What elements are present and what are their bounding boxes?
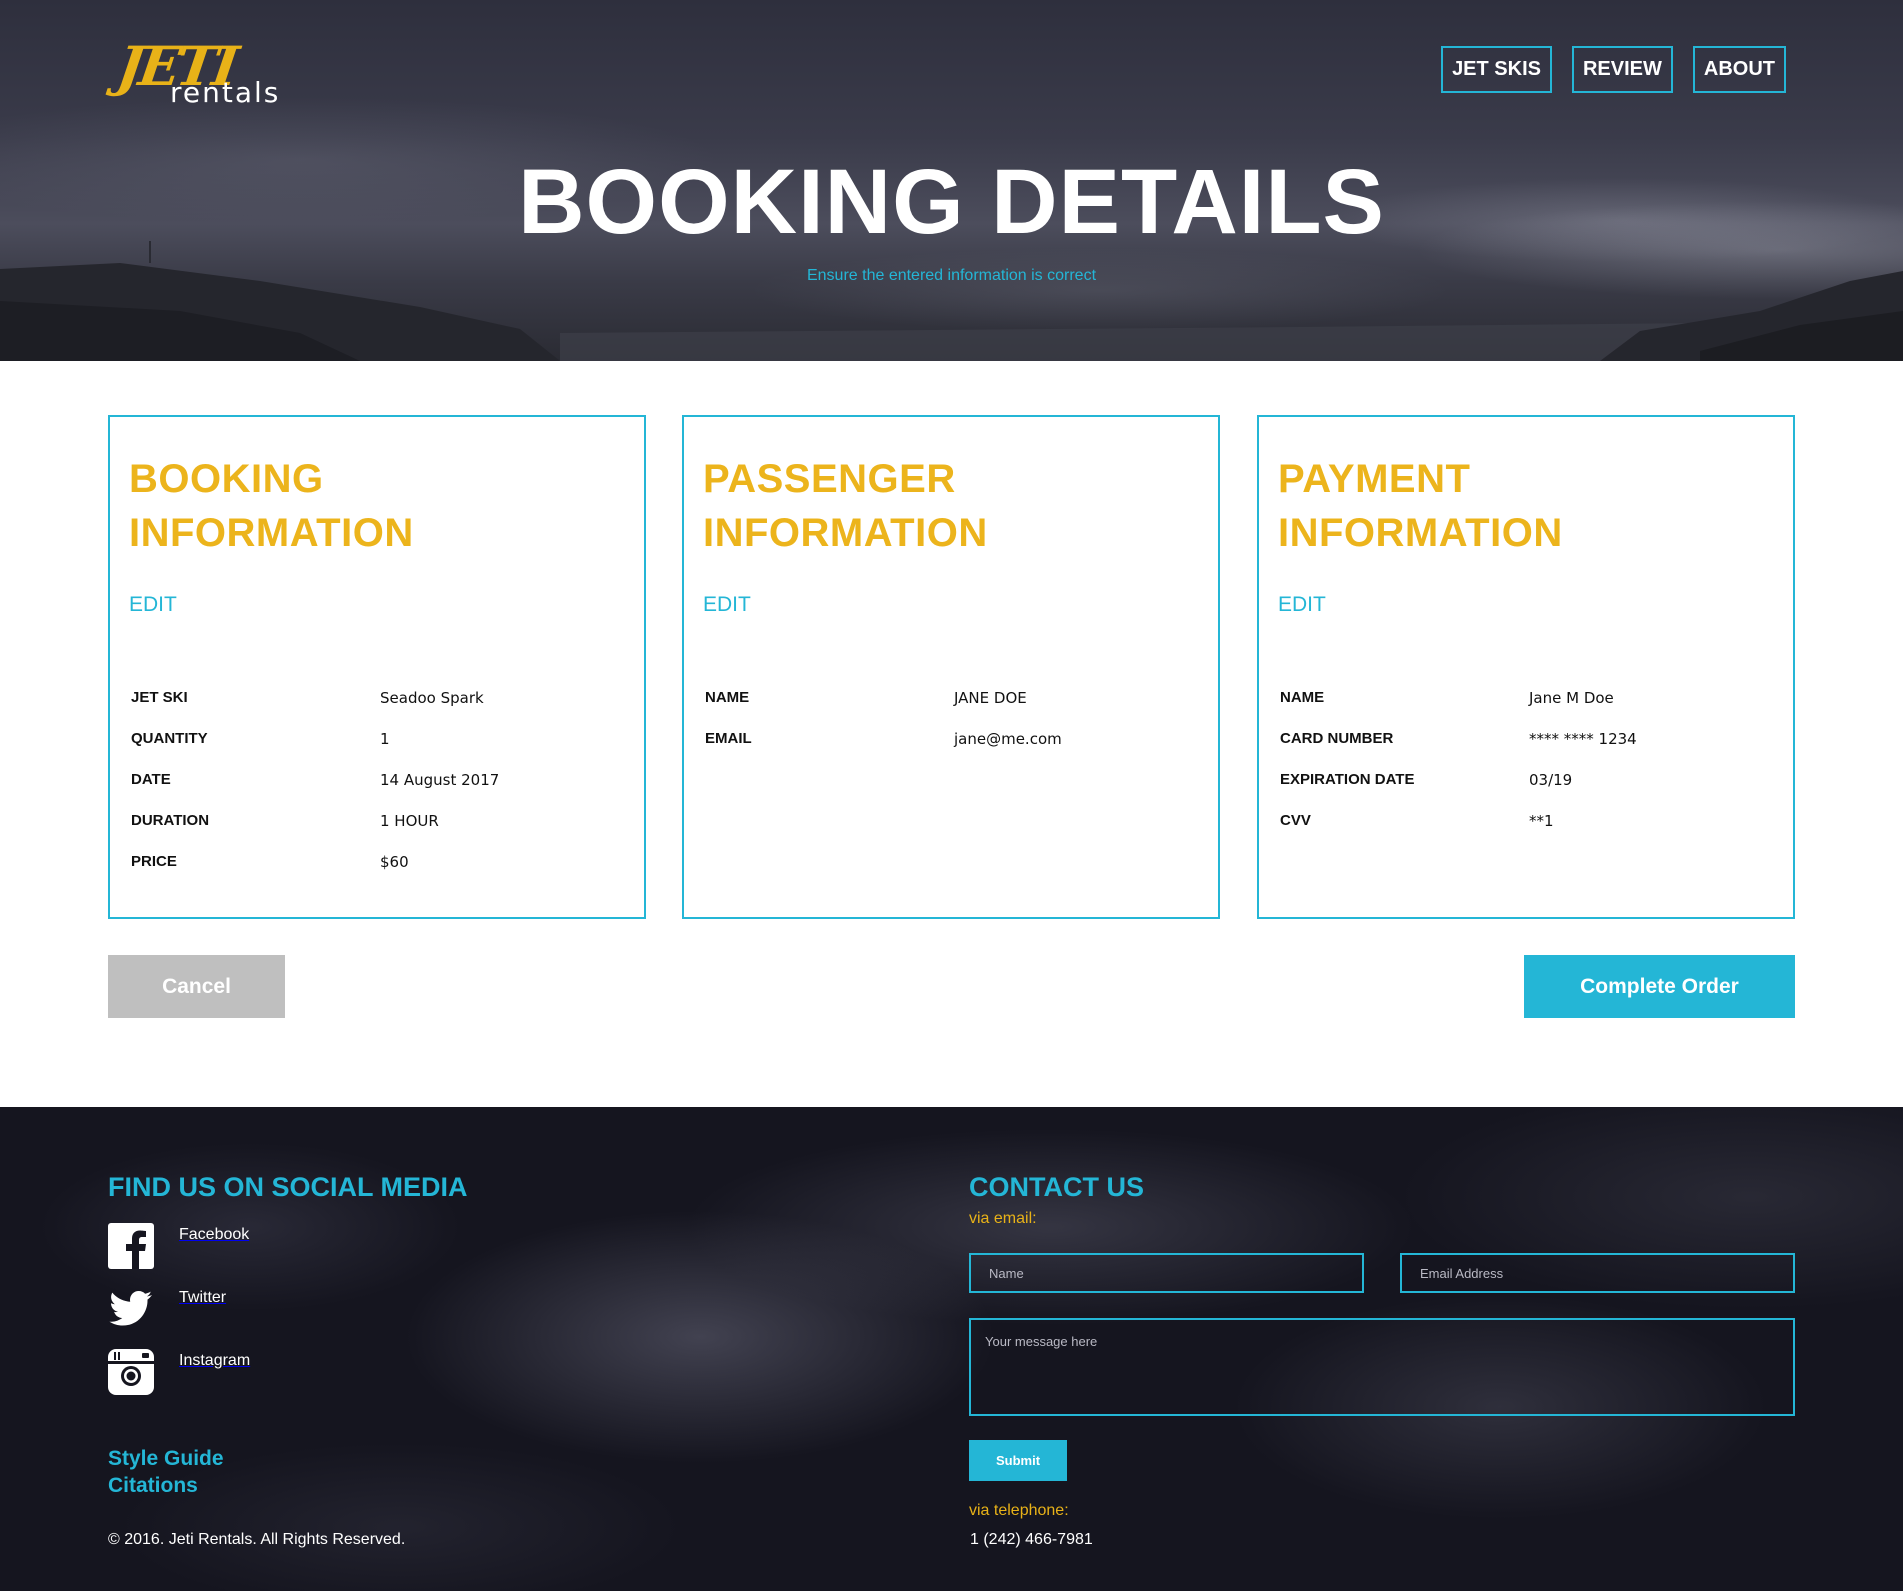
via-email-label: via email:	[969, 1210, 1037, 1227]
card-title: BOOKING INFORMATION	[129, 452, 629, 560]
social-label: Instagram	[179, 1352, 251, 1369]
coastline-image	[0, 241, 1903, 361]
detail-row: CARD NUMBER **** **** 1234	[1280, 718, 1780, 759]
detail-value: $60	[380, 852, 409, 871]
complete-order-button[interactable]: Complete Order	[1524, 955, 1795, 1018]
cancel-button[interactable]: Cancel	[108, 955, 285, 1018]
detail-row: EMAIL jane@me.com	[705, 718, 1205, 759]
passenger-information-card: PASSENGER INFORMATION EDIT NAME JANE DOE…	[682, 415, 1220, 919]
detail-value: 14 August 2017	[380, 770, 500, 789]
detail-label: CVV	[1280, 812, 1311, 829]
card-title: PASSENGER INFORMATION	[703, 452, 1203, 560]
detail-label: NAME	[1280, 689, 1325, 706]
passenger-details-list: NAME JANE DOE EMAIL jane@me.com	[705, 677, 1205, 759]
detail-row: DURATION 1 HOUR	[131, 800, 631, 841]
citations-link[interactable]: Citations	[108, 1474, 198, 1498]
detail-label: DATE	[131, 771, 171, 788]
detail-value: Seadoo Spark	[380, 688, 484, 707]
jeti-rentals-logo[interactable]: JETI rentals	[114, 34, 288, 112]
detail-value: jane@me.com	[954, 729, 1062, 748]
card-title: PAYMENT INFORMATION	[1278, 452, 1778, 560]
card-title-line2: INFORMATION	[703, 511, 988, 555]
social-heading: FIND US ON SOCIAL MEDIA	[108, 1172, 468, 1202]
payment-information-card: PAYMENT INFORMATION EDIT NAME Jane M Doe…	[1257, 415, 1795, 919]
copyright-text: © 2016. Jeti Rentals. All Rights Reserve…	[108, 1531, 406, 1548]
via-telephone-label: via telephone:	[969, 1502, 1069, 1519]
detail-row: PRICE $60	[131, 841, 631, 882]
detail-value: **1	[1529, 811, 1554, 830]
card-title-line1: PASSENGER	[703, 457, 956, 501]
nav-review[interactable]: REVIEW	[1571, 46, 1673, 93]
submit-button[interactable]: Submit	[969, 1440, 1067, 1481]
detail-value: 1 HOUR	[380, 811, 439, 830]
detail-label: DURATION	[131, 812, 210, 829]
page-subtitle: Ensure the entered information is correc…	[806, 267, 1097, 284]
phone-number: 1 (242) 466-7981	[970, 1531, 1093, 1548]
name-input[interactable]	[969, 1253, 1364, 1293]
twitter-icon	[109, 1291, 152, 1326]
logo-wordmark: rentals	[170, 76, 281, 109]
email-input[interactable]	[1400, 1253, 1795, 1293]
card-title-line2: INFORMATION	[1278, 511, 1563, 555]
social-twitter-link[interactable]: Twitter	[108, 1286, 408, 1332]
detail-label: PRICE	[131, 853, 177, 870]
detail-value: 03/19	[1529, 770, 1573, 789]
edit-passenger-link[interactable]: EDIT	[703, 593, 751, 617]
main-nav: JET SKIS REVIEW ABOUT	[1441, 46, 1786, 93]
detail-row: EXPIRATION DATE 03/19	[1280, 759, 1780, 800]
detail-row: NAME Jane M Doe	[1280, 677, 1780, 718]
social-label: Facebook	[179, 1226, 250, 1243]
edit-payment-link[interactable]: EDIT	[1278, 593, 1326, 617]
style-guide-link[interactable]: Style Guide	[108, 1447, 224, 1471]
social-facebook-link[interactable]: Facebook	[108, 1223, 408, 1269]
social-instagram-link[interactable]: Instagram	[108, 1349, 408, 1395]
detail-value: JANE DOE	[954, 688, 1027, 707]
contact-heading: CONTACT US	[969, 1172, 1144, 1202]
detail-row: JET SKI Seadoo Spark	[131, 677, 631, 718]
detail-label: CARD NUMBER	[1280, 730, 1394, 747]
detail-value: Jane M Doe	[1529, 688, 1614, 707]
detail-value: **** **** 1234	[1529, 729, 1637, 748]
card-title-line1: PAYMENT	[1278, 457, 1471, 501]
booking-information-card: BOOKING INFORMATION EDIT JET SKI Seadoo …	[108, 415, 646, 919]
detail-value: 1	[380, 729, 390, 748]
message-textarea[interactable]	[969, 1318, 1795, 1416]
site-footer: FIND US ON SOCIAL MEDIA Facebook Twitter…	[0, 1107, 1903, 1591]
detail-row: NAME JANE DOE	[705, 677, 1205, 718]
card-title-line2: INFORMATION	[129, 511, 414, 555]
instagram-icon	[108, 1349, 154, 1395]
nav-about[interactable]: ABOUT	[1692, 46, 1786, 93]
hero-banner: JETI rentals JET SKIS REVIEW ABOUT BOOKI…	[0, 0, 1903, 361]
edit-booking-link[interactable]: EDIT	[129, 593, 177, 617]
detail-label: NAME	[705, 689, 750, 706]
facebook-icon	[108, 1223, 154, 1269]
detail-label: QUANTITY	[131, 730, 208, 747]
detail-row: QUANTITY 1	[131, 718, 631, 759]
detail-row: CVV **1	[1280, 800, 1780, 841]
social-label: Twitter	[179, 1289, 227, 1306]
card-title-line1: BOOKING	[129, 457, 324, 501]
booking-details-list: JET SKI Seadoo Spark QUANTITY 1 DATE 14 …	[131, 677, 631, 882]
detail-label: EXPIRATION DATE	[1280, 771, 1415, 788]
detail-label: EMAIL	[705, 730, 752, 747]
page-title: BOOKING DETAILS	[518, 151, 1385, 253]
detail-row: DATE 14 August 2017	[131, 759, 631, 800]
nav-jet-skis[interactable]: JET SKIS	[1441, 46, 1552, 93]
detail-label: JET SKI	[131, 689, 188, 706]
payment-details-list: NAME Jane M Doe CARD NUMBER **** **** 12…	[1280, 677, 1780, 841]
